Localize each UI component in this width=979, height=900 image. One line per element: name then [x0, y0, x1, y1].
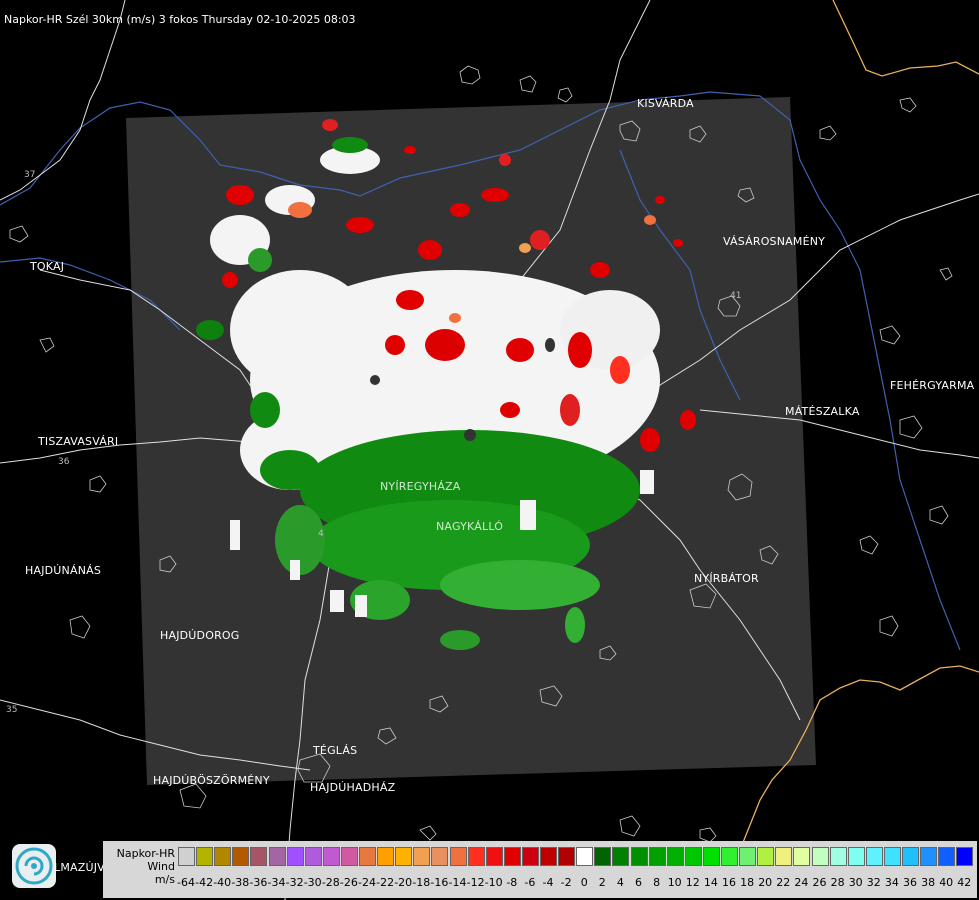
legend-swatch [214, 847, 232, 866]
legend-swatch [721, 847, 738, 866]
legend-swatch [883, 847, 901, 866]
legend-swatch [666, 847, 684, 866]
legend-swatch [648, 847, 666, 866]
legend-swatch [829, 847, 847, 866]
legend-swatch [304, 847, 322, 866]
map-title: Napkor-HR Szél 30km (m/s) 3 fokos Thursd… [4, 13, 356, 26]
legend-swatch [702, 847, 720, 866]
road-number-35: 35 [6, 705, 17, 715]
legend-swatch [395, 847, 413, 866]
legend-swatch [938, 847, 956, 866]
legend-swatch [178, 847, 195, 866]
legend-swatch [630, 847, 648, 866]
legend-swatch [322, 847, 340, 866]
city-label-hajdunanas: HAJDÚNÁNÁS [25, 564, 102, 577]
city-label-mateszalka: MÁTÉSZALKA [785, 405, 860, 418]
omsz-logo-icon [12, 844, 56, 888]
legend-swatch [920, 847, 938, 866]
road-number-36: 36 [58, 457, 70, 467]
legend-swatch [467, 847, 485, 866]
legend-swatch [485, 847, 503, 866]
legend-swatch [286, 847, 304, 866]
legend-swatch [793, 847, 811, 866]
city-label-hajduhadhaz: HAJDÚHADHÁZ [310, 781, 396, 794]
legend-swatch [811, 847, 829, 866]
legend-swatch [684, 847, 702, 866]
road-number-4: 4 [318, 529, 324, 539]
legend-swatch [775, 847, 793, 866]
city-label-hajduboszormeny: HAJDÚBÖSZÖRMÉNY [153, 774, 270, 787]
legend-swatch [902, 847, 919, 866]
road-number-41: 41 [730, 291, 741, 301]
legend-swatch [449, 847, 467, 866]
legend-swatch [576, 847, 594, 866]
legend-swatch [232, 847, 250, 866]
city-label-nyirbator: NYÍRBÁTOR [694, 572, 759, 585]
legend-swatch [594, 847, 612, 866]
legend-swatch [521, 847, 539, 866]
legend-swatch [612, 847, 630, 866]
city-label-nagykallo: NAGYKÁLLÓ [436, 520, 504, 533]
city-label-tokaj: TOKAJ [30, 260, 65, 273]
city-label-hajdudorog: HAJDÚDOROG [160, 629, 240, 642]
legend-swatch [196, 847, 214, 866]
city-label-fehergyarmat: FEHÉRGYARMA [890, 379, 975, 392]
color-legend: Napkor-HR Wind m/s -64 -42 -40 -38 -36 -34 -32… [103, 841, 977, 898]
legend-line-parameter: Wind [147, 860, 175, 873]
legend-swatch [377, 847, 395, 866]
city-label-kisvarda: KISVÁRDA [637, 97, 694, 110]
legend-swatch [340, 847, 358, 866]
legend-line-unit: m/s [154, 873, 175, 886]
legend-swatch [558, 847, 576, 866]
legend-swatch [865, 847, 883, 866]
legend-tick-label: 42 [957, 876, 972, 889]
legend-swatch [413, 847, 431, 866]
legend-swatch [757, 847, 775, 866]
city-label-tiszavasvari: TISZAVASVÁRI [38, 435, 119, 448]
road-number-37: 37 [24, 170, 35, 180]
legend-swatch [956, 847, 974, 866]
radar-map[interactable]: 37 41 36 35 4 [0, 0, 979, 900]
city-label-vasarosnameny: VÁSÁROSNAMÉNY [723, 235, 826, 248]
legend-line-product: Napkor-HR [116, 847, 175, 860]
legend-swatch [359, 847, 376, 866]
legend-swatch [250, 847, 268, 866]
legend-swatch [431, 847, 449, 866]
legend-swatch [268, 847, 286, 866]
city-label-teglas: TÉGLÁS [313, 744, 358, 757]
legend-swatch [503, 847, 521, 866]
city-label-nyiregyhaza: NYÍREGYHÁZA [380, 480, 461, 493]
legend-title: Napkor-HR Wind m/s [105, 847, 175, 886]
legend-swatch [739, 847, 757, 866]
legend-swatch [540, 847, 557, 866]
legend-swatch [847, 847, 865, 866]
